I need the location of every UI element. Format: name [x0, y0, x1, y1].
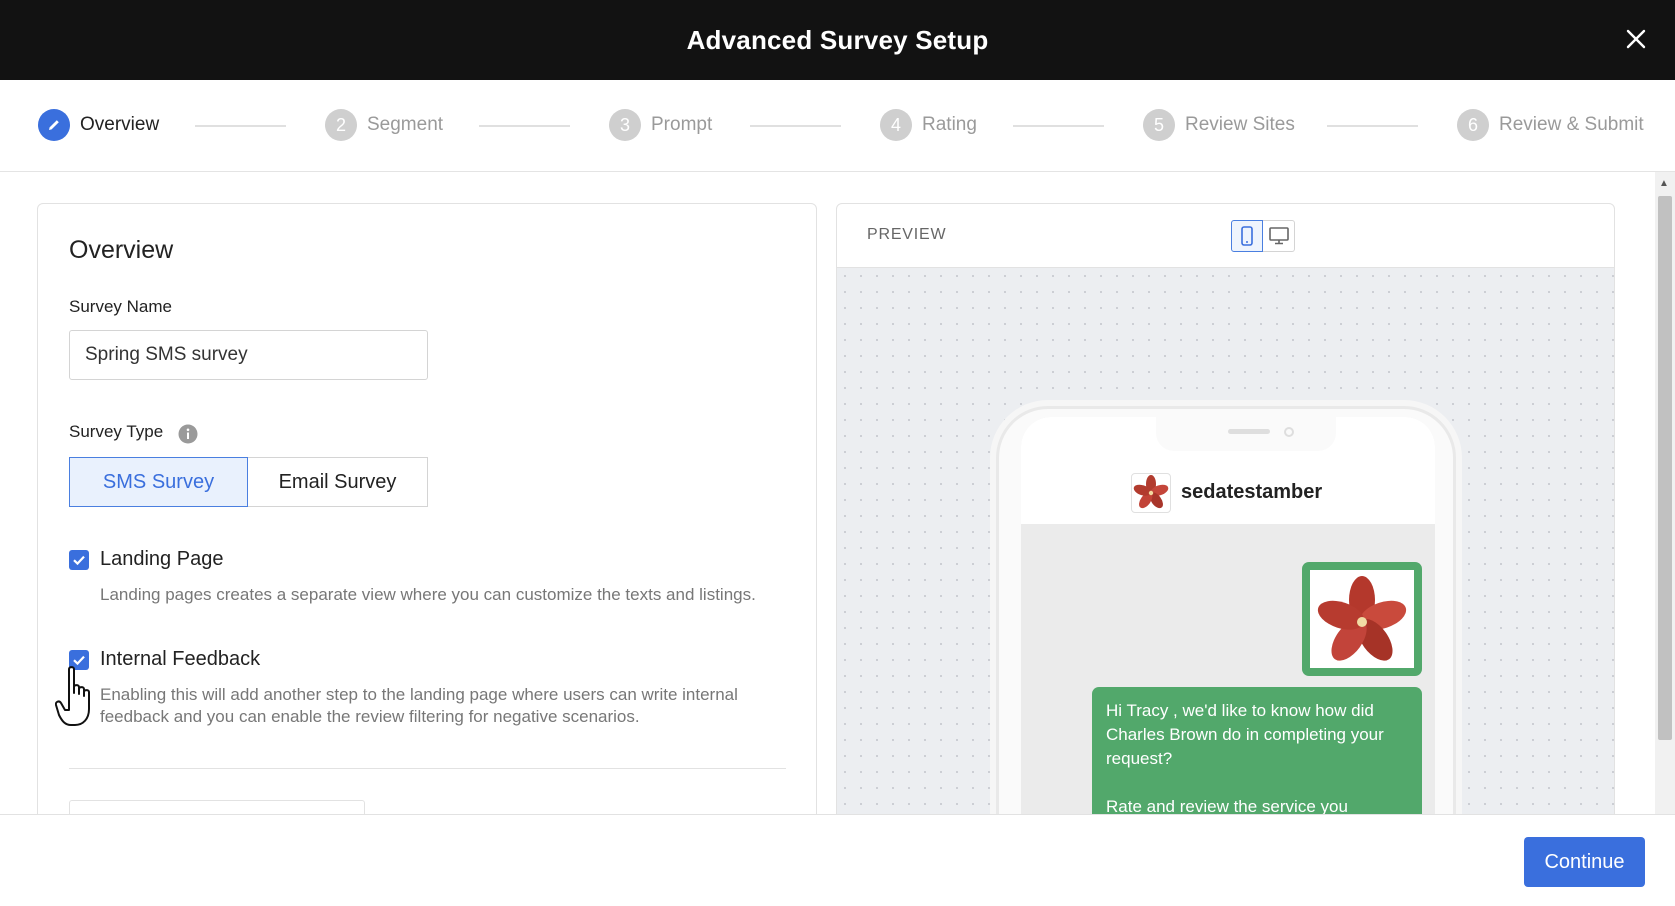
info-icon[interactable] — [178, 424, 198, 444]
checkmark-icon — [73, 655, 85, 666]
preview-header: PREVIEW — [837, 204, 1614, 268]
step-connector — [1013, 125, 1104, 127]
step-review-sites[interactable]: 5 Review Sites — [1143, 108, 1295, 142]
divider — [69, 768, 786, 769]
step-number: 2 — [325, 109, 357, 141]
step-label: Prompt — [651, 114, 713, 135]
flower-image — [1310, 570, 1414, 668]
step-connector — [750, 125, 841, 127]
step-label: Review & Submit — [1499, 114, 1644, 135]
close-icon[interactable] — [1623, 26, 1649, 52]
sms-survey-option[interactable]: SMS Survey — [69, 457, 248, 507]
mobile-view-button[interactable] — [1231, 220, 1263, 252]
modal-header: Advanced Survey Setup — [0, 0, 1675, 80]
step-segment[interactable]: 2 Segment — [325, 108, 443, 142]
landing-page-label: Landing Page — [100, 548, 224, 570]
step-rating[interactable]: 4 Rating — [880, 108, 977, 142]
desktop-view-button[interactable] — [1263, 220, 1295, 252]
survey-type-label: Survey Type — [69, 422, 164, 441]
step-number: 6 — [1457, 109, 1489, 141]
phone-notch — [1156, 417, 1336, 451]
brand-logo — [1131, 473, 1171, 513]
mobile-icon — [1241, 226, 1253, 246]
brand-name: sedatestamber — [1181, 481, 1323, 503]
step-connector — [1327, 125, 1418, 127]
step-connector — [195, 125, 286, 127]
stepper: Overview 2 Segment 3 Prompt 4 Rating 5 R… — [0, 80, 1675, 172]
step-label: Rating — [922, 114, 977, 135]
preview-panel: PREVIEW sedatestamber Hi Tracy , we'd li… — [836, 203, 1615, 843]
preview-label: PREVIEW — [867, 226, 947, 243]
preview-canvas: sedatestamber Hi Tracy , we'd like to kn… — [837, 268, 1614, 842]
internal-feedback-checkbox[interactable] — [69, 650, 89, 670]
phone-screen: sedatestamber Hi Tracy , we'd like to kn… — [1021, 417, 1435, 842]
step-number: 4 — [880, 109, 912, 141]
message-text: Hi Tracy , we'd like to know how did Cha… — [1106, 701, 1384, 768]
pencil-icon — [38, 109, 70, 141]
phone-header: sedatestamber — [1021, 417, 1435, 524]
email-survey-option[interactable]: Email Survey — [248, 457, 428, 507]
overview-panel: Overview Survey Name Survey Type SMS Sur… — [37, 203, 817, 843]
phone-mockup: sedatestamber Hi Tracy , we'd like to kn… — [996, 406, 1456, 842]
step-label: Overview — [80, 114, 160, 135]
landing-page-description: Landing pages creates a separate view wh… — [100, 585, 756, 604]
survey-name-label: Survey Name — [69, 297, 172, 316]
landing-page-checkbox[interactable] — [69, 550, 89, 570]
modal-title: Advanced Survey Setup — [686, 24, 989, 55]
step-number: 3 — [609, 109, 641, 141]
camera-dot — [1284, 427, 1294, 437]
step-number: 5 — [1143, 109, 1175, 141]
continue-button[interactable]: Continue — [1524, 837, 1645, 887]
section-title: Overview — [69, 236, 174, 264]
scrollbar-thumb[interactable] — [1658, 196, 1672, 740]
step-label: Review Sites — [1185, 114, 1295, 135]
modal-footer: Continue — [0, 814, 1675, 906]
scroll-up-arrow-icon[interactable]: ▲ — [1659, 178, 1669, 189]
step-prompt[interactable]: 3 Prompt — [609, 108, 712, 142]
internal-feedback-description: Enabling this will add another step to t… — [100, 685, 738, 726]
speaker-bar — [1228, 429, 1270, 434]
desktop-icon — [1268, 227, 1289, 245]
internal-feedback-label: Internal Feedback — [100, 648, 261, 670]
step-connector — [479, 125, 570, 127]
image-message-bubble — [1302, 562, 1422, 676]
survey-name-input[interactable] — [69, 330, 428, 380]
step-overview[interactable]: Overview — [38, 108, 159, 142]
device-toggle — [1231, 220, 1295, 252]
checkmark-icon — [73, 555, 85, 566]
step-review-submit[interactable]: 6 Review & Submit — [1457, 108, 1644, 142]
step-label: Segment — [367, 114, 444, 135]
